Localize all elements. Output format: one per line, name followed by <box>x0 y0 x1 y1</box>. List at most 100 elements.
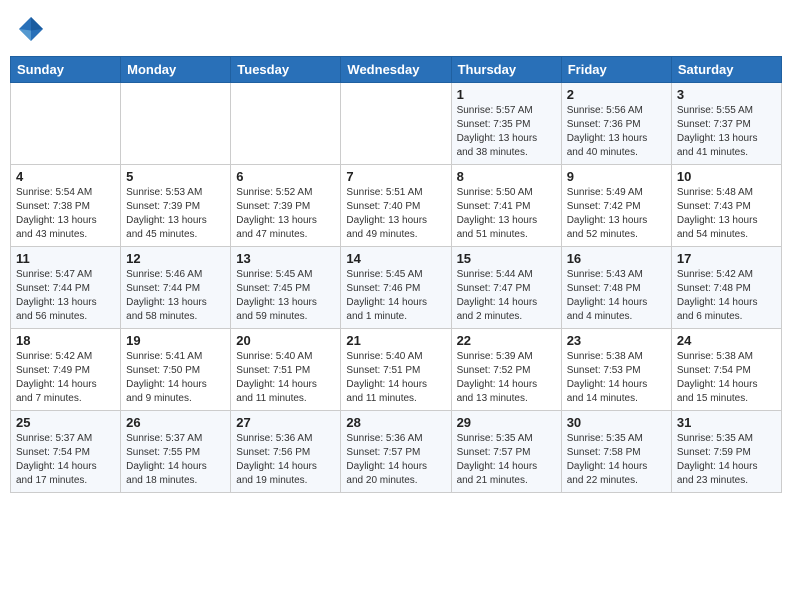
day-number: 8 <box>457 169 556 184</box>
day-info: Sunrise: 5:53 AM Sunset: 7:39 PM Dayligh… <box>126 186 225 242</box>
calendar-cell: 15 Sunrise: 5:44 AM Sunset: 7:47 PM Dayli… <box>451 247 561 329</box>
day-info: Sunrise: 5:44 AM Sunset: 7:47 PM Dayligh… <box>457 268 556 324</box>
calendar-cell: 2 Sunrise: 5:56 AM Sunset: 7:36 PM Daylig… <box>561 83 671 165</box>
day-number: 25 <box>16 415 115 430</box>
calendar-cell: 30 Sunrise: 5:35 AM Sunset: 7:58 PM Dayli… <box>561 411 671 493</box>
calendar-cell: 23 Sunrise: 5:38 AM Sunset: 7:53 PM Dayli… <box>561 329 671 411</box>
day-info: Sunrise: 5:55 AM Sunset: 7:37 PM Dayligh… <box>677 104 776 160</box>
week-row: 4 Sunrise: 5:54 AM Sunset: 7:38 PM Daylig… <box>11 165 782 247</box>
calendar-cell: 12 Sunrise: 5:46 AM Sunset: 7:44 PM Dayli… <box>121 247 231 329</box>
calendar-cell: 26 Sunrise: 5:37 AM Sunset: 7:55 PM Dayli… <box>121 411 231 493</box>
calendar-cell: 9 Sunrise: 5:49 AM Sunset: 7:42 PM Daylig… <box>561 165 671 247</box>
day-number: 12 <box>126 251 225 266</box>
day-number: 13 <box>236 251 335 266</box>
day-number: 31 <box>677 415 776 430</box>
weekday-header: Wednesday <box>341 57 451 83</box>
calendar-cell: 27Sunrise: 5:36 AM Sunset: 7:56 PM Dayli… <box>231 411 341 493</box>
day-number: 23 <box>567 333 666 348</box>
day-info: Sunrise: 5:36 AM Sunset: 7:57 PM Dayligh… <box>346 432 445 488</box>
day-info: Sunrise: 5:36 AM Sunset: 7:56 PM Dayligh… <box>236 432 335 488</box>
week-row: 1 Sunrise: 5:57 AM Sunset: 7:35 PM Daylig… <box>11 83 782 165</box>
calendar-cell: 5 Sunrise: 5:53 AM Sunset: 7:39 PM Daylig… <box>121 165 231 247</box>
calendar-cell: 16 Sunrise: 5:43 AM Sunset: 7:48 PM Dayli… <box>561 247 671 329</box>
day-number: 30 <box>567 415 666 430</box>
calendar-cell: 29Sunrise: 5:35 AM Sunset: 7:57 PM Dayli… <box>451 411 561 493</box>
day-info: Sunrise: 5:41 AM Sunset: 7:50 PM Dayligh… <box>126 350 225 406</box>
day-info: Sunrise: 5:57 AM Sunset: 7:35 PM Dayligh… <box>457 104 556 160</box>
calendar-cell <box>11 83 121 165</box>
day-number: 4 <box>16 169 115 184</box>
day-info: Sunrise: 5:38 AM Sunset: 7:54 PM Dayligh… <box>677 350 776 406</box>
day-number: 26 <box>126 415 225 430</box>
day-info: Sunrise: 5:45 AM Sunset: 7:45 PM Dayligh… <box>236 268 335 324</box>
day-info: Sunrise: 5:39 AM Sunset: 7:52 PM Dayligh… <box>457 350 556 406</box>
calendar-cell: 10 Sunrise: 5:48 AM Sunset: 7:43 PM Dayli… <box>671 165 781 247</box>
day-number: 17 <box>677 251 776 266</box>
day-info: Sunrise: 5:37 AM Sunset: 7:55 PM Dayligh… <box>126 432 225 488</box>
day-info: Sunrise: 5:56 AM Sunset: 7:36 PM Dayligh… <box>567 104 666 160</box>
calendar-cell <box>341 83 451 165</box>
day-info: Sunrise: 5:51 AM Sunset: 7:40 PM Dayligh… <box>346 186 445 242</box>
day-info: Sunrise: 5:47 AM Sunset: 7:44 PM Dayligh… <box>16 268 115 324</box>
day-number: 20 <box>236 333 335 348</box>
logo-icon <box>16 14 46 44</box>
calendar-cell: 6 Sunrise: 5:52 AM Sunset: 7:39 PM Daylig… <box>231 165 341 247</box>
day-info: Sunrise: 5:49 AM Sunset: 7:42 PM Dayligh… <box>567 186 666 242</box>
day-info: Sunrise: 5:43 AM Sunset: 7:48 PM Dayligh… <box>567 268 666 324</box>
day-number: 9 <box>567 169 666 184</box>
calendar-cell: 7 Sunrise: 5:51 AM Sunset: 7:40 PM Daylig… <box>341 165 451 247</box>
day-number: 6 <box>236 169 335 184</box>
calendar-table: SundayMondayTuesdayWednesdayThursdayFrid… <box>10 56 782 493</box>
day-info: Sunrise: 5:40 AM Sunset: 7:51 PM Dayligh… <box>236 350 335 406</box>
calendar-cell: 17Sunrise: 5:42 AM Sunset: 7:48 PM Dayli… <box>671 247 781 329</box>
calendar-cell: 8 Sunrise: 5:50 AM Sunset: 7:41 PM Daylig… <box>451 165 561 247</box>
calendar-cell: 3 Sunrise: 5:55 AM Sunset: 7:37 PM Daylig… <box>671 83 781 165</box>
day-number: 16 <box>567 251 666 266</box>
day-info: Sunrise: 5:35 AM Sunset: 7:58 PM Dayligh… <box>567 432 666 488</box>
day-info: Sunrise: 5:48 AM Sunset: 7:43 PM Dayligh… <box>677 186 776 242</box>
day-number: 19 <box>126 333 225 348</box>
calendar-cell: 11 Sunrise: 5:47 AM Sunset: 7:44 PM Dayli… <box>11 247 121 329</box>
day-number: 5 <box>126 169 225 184</box>
calendar-cell: 1 Sunrise: 5:57 AM Sunset: 7:35 PM Daylig… <box>451 83 561 165</box>
day-number: 10 <box>677 169 776 184</box>
day-number: 11 <box>16 251 115 266</box>
day-number: 14 <box>346 251 445 266</box>
weekday-header: Tuesday <box>231 57 341 83</box>
day-info: Sunrise: 5:37 AM Sunset: 7:54 PM Dayligh… <box>16 432 115 488</box>
page-header <box>10 10 782 48</box>
week-row: 25 Sunrise: 5:37 AM Sunset: 7:54 PM Dayli… <box>11 411 782 493</box>
day-info: Sunrise: 5:35 AM Sunset: 7:59 PM Dayligh… <box>677 432 776 488</box>
calendar-cell: 22Sunrise: 5:39 AM Sunset: 7:52 PM Dayli… <box>451 329 561 411</box>
calendar-cell: 25 Sunrise: 5:37 AM Sunset: 7:54 PM Dayli… <box>11 411 121 493</box>
day-info: Sunrise: 5:38 AM Sunset: 7:53 PM Dayligh… <box>567 350 666 406</box>
day-info: Sunrise: 5:52 AM Sunset: 7:39 PM Dayligh… <box>236 186 335 242</box>
calendar-cell: 19 Sunrise: 5:41 AM Sunset: 7:50 PM Dayli… <box>121 329 231 411</box>
day-number: 1 <box>457 87 556 102</box>
day-number: 24 <box>677 333 776 348</box>
day-number: 18 <box>16 333 115 348</box>
calendar-cell: 13 Sunrise: 5:45 AM Sunset: 7:45 PM Dayli… <box>231 247 341 329</box>
weekday-header: Friday <box>561 57 671 83</box>
weekday-header: Saturday <box>671 57 781 83</box>
calendar-cell <box>121 83 231 165</box>
day-info: Sunrise: 5:54 AM Sunset: 7:38 PM Dayligh… <box>16 186 115 242</box>
day-number: 3 <box>677 87 776 102</box>
calendar-cell: 24 Sunrise: 5:38 AM Sunset: 7:54 PM Dayli… <box>671 329 781 411</box>
calendar-cell <box>231 83 341 165</box>
day-number: 7 <box>346 169 445 184</box>
day-info: Sunrise: 5:42 AM Sunset: 7:49 PM Dayligh… <box>16 350 115 406</box>
day-info: Sunrise: 5:46 AM Sunset: 7:44 PM Dayligh… <box>126 268 225 324</box>
day-info: Sunrise: 5:40 AM Sunset: 7:51 PM Dayligh… <box>346 350 445 406</box>
day-number: 15 <box>457 251 556 266</box>
calendar-cell: 28Sunrise: 5:36 AM Sunset: 7:57 PM Dayli… <box>341 411 451 493</box>
day-info: Sunrise: 5:50 AM Sunset: 7:41 PM Dayligh… <box>457 186 556 242</box>
calendar-cell: 14 Sunrise: 5:45 AM Sunset: 7:46 PM Dayli… <box>341 247 451 329</box>
day-number: 2 <box>567 87 666 102</box>
weekday-header: Sunday <box>11 57 121 83</box>
day-info: Sunrise: 5:45 AM Sunset: 7:46 PM Dayligh… <box>346 268 445 324</box>
weekday-header: Monday <box>121 57 231 83</box>
calendar-cell: 18 Sunrise: 5:42 AM Sunset: 7:49 PM Dayli… <box>11 329 121 411</box>
weekday-header-row: SundayMondayTuesdayWednesdayThursdayFrid… <box>11 57 782 83</box>
weekday-header: Thursday <box>451 57 561 83</box>
